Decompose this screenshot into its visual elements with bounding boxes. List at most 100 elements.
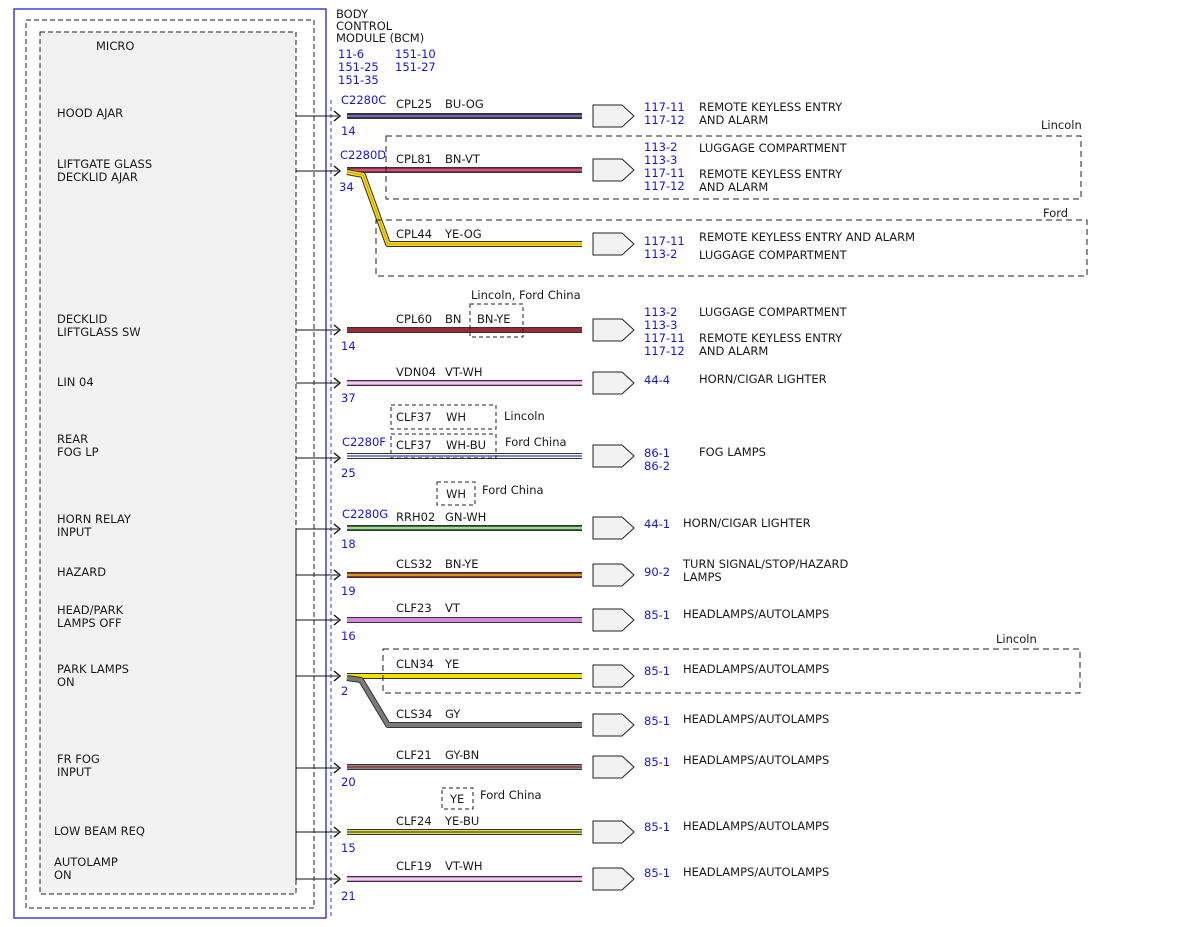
input-label: LOW BEAM REQ [54,824,145,838]
destination-connector [592,563,635,587]
pin-number: 20 [341,775,356,789]
circuit-id: VDN04 [396,365,436,379]
circuit-color: VT-WH [445,365,483,379]
destination-ref: 85-1 [644,608,670,622]
bcm-ref: 11-6 [338,47,364,61]
pin-number: 2 [341,684,348,698]
destination-label: LUGGAGE COMPARTMENT [699,305,848,319]
destination-ref: 117-12 [644,113,685,127]
destination-label: HEADLAMPS/AUTOLAMPS [683,712,829,726]
input-label: INPUT [57,765,92,779]
micro-label: MICRO [96,39,134,53]
circuit-id: CLF24 [396,814,432,828]
destination-label: HEADLAMPS/AUTOLAMPS [683,819,829,833]
variant-label: Ford China [505,435,567,449]
input-label: HAZARD [57,565,106,579]
circuit-color: YE-BU [444,814,479,828]
destination-label: HEADLAMPS/AUTOLAMPS [683,662,829,676]
input-label: LIN 04 [57,375,94,389]
destination-ref: 113-3 [644,318,677,332]
destination-label: AND ALARM [699,180,768,194]
destination-ref: 113-2 [644,247,677,261]
wiring-diagram: MICRO BODY CONTROL MODULE (BCM) 11-6 151-10 15… [0,0,1200,927]
bcm-title-line: MODULE (BCM) [336,31,424,45]
pin-number: 14 [341,339,356,353]
input-label: REAR [57,432,88,446]
circuit-id: CLS32 [396,557,432,571]
circuit-color: BN-VT [445,152,481,166]
destination-ref: 117-11 [644,100,685,114]
circuit-color: GY [445,707,461,721]
circuit-id: CLF19 [396,859,432,873]
input-label: PARK LAMPS [57,662,129,676]
destination-connector [592,664,635,688]
input-label: FOG LP [57,445,99,459]
circuit-color: GY-BN [445,748,479,762]
pin-number: 34 [339,180,354,194]
destination-ref: 85-1 [644,714,670,728]
destination-connector [592,867,635,891]
circuit-color-alt: BN-YE [477,312,511,326]
destination-ref: 85-1 [644,866,670,880]
destination-label: HORN/CIGAR LIGHTER [699,372,827,386]
destination-label: HEADLAMPS/AUTOLAMPS [683,607,829,621]
input-label: LAMPS OFF [57,616,122,630]
destination-ref: 117-12 [644,344,685,358]
destination-connector [592,371,635,395]
circuit-id: RRH02 [396,510,435,524]
destination-connector [592,318,635,342]
destination-ref: 117-11 [644,331,685,345]
diagram-canvas: MICROBODYCONTROLMODULE (BCM)11-6 151-1015… [13,7,1088,919]
circuit-color-alt: WH [446,487,466,501]
input-label: HORN RELAY [57,512,132,526]
bcm-ref: 151-27 [395,60,436,74]
wire-CLS34 [346,676,582,727]
destination-label: REMOTE KEYLESS ENTRY [699,167,843,181]
variant-label: Lincoln, Ford China [471,288,581,302]
destination-ref: 86-1 [644,446,670,460]
circuit-id: CLF21 [396,748,432,762]
connector-name: C2280F [342,435,386,449]
pin-number: 19 [341,584,356,598]
input-label: HEAD/PARK [57,603,124,617]
destination-label: REMOTE KEYLESS ENTRY AND ALARM [699,230,915,244]
destination-ref: 117-11 [644,234,685,248]
destination-label: LUGGAGE COMPARTMENT [699,141,848,155]
destination-ref: 117-11 [644,166,685,180]
destination-ref: 113-2 [644,140,677,154]
circuit-id: CPL44 [396,227,432,241]
connector-name: C2280G [342,507,388,521]
destination-label: HEADLAMPS/AUTOLAMPS [683,865,829,879]
circuit-color: BU-OG [445,97,484,111]
bcm-ref: 151-35 [338,73,379,87]
destination-label: LUGGAGE COMPARTMENT [699,248,848,262]
destination-label: AND ALARM [699,113,768,127]
circuit-color: GN-WH [445,510,486,524]
circuit-id: CPL81 [396,152,432,166]
circuit-id: CPL25 [396,97,432,111]
destination-ref: 117-12 [644,179,685,193]
destination-connector [592,444,635,468]
destination-connector [592,755,635,779]
pin-number: 15 [341,841,356,855]
input-label: LIFTGATE GLASS [57,157,152,171]
option-label: Lincoln [996,632,1037,646]
circuit-color: VT-WH [445,859,483,873]
circuit-color: BN-YE [445,557,479,571]
pin-number: 21 [341,889,356,903]
destination-label: HEADLAMPS/AUTOLAMPS [683,753,829,767]
circuit-color-alt: YE [449,792,464,806]
circuit-color: WH-BU [446,438,486,452]
destination-label: TURN SIGNAL/STOP/HAZARD [682,557,848,571]
destination-label: FOG LAMPS [699,445,766,459]
connector-name: C2280C [341,93,386,107]
destination-ref: 86-2 [644,459,670,473]
input-label: ON [57,675,75,689]
destination-ref: 113-3 [644,153,677,167]
input-label: ON [54,868,72,882]
input-label: DECKLID [57,312,107,326]
circuit-color: VT [445,601,461,615]
input-label: LIFTGLASS SW [57,325,141,339]
circuit-color: YE [444,657,459,671]
pin-number: 37 [341,391,356,405]
